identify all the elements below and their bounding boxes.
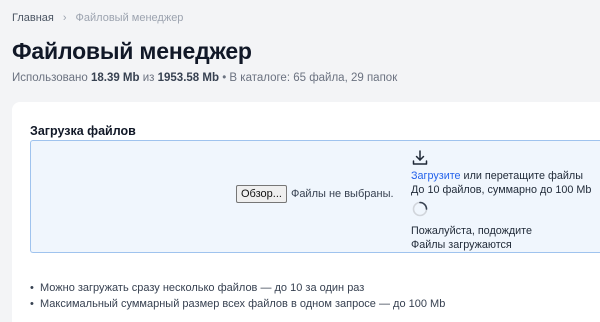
uploading-text: Файлы загружаются: [411, 239, 512, 251]
breadcrumb-home-link[interactable]: Главная: [12, 12, 54, 24]
usage-used: 18.39 Mb: [90, 72, 140, 84]
upload-prompt: Загрузите или перетащите файлы: [411, 169, 600, 183]
usage-middle: из: [139, 72, 158, 84]
upload-card: Загрузка файлов Обзор... Файлы не выбран…: [12, 102, 600, 322]
drag-text: или перетащите файлы: [460, 170, 583, 182]
upload-info: Загрузите или перетащите файлы До 10 фай…: [411, 149, 600, 252]
usage-catalog: • В каталоге: 65 файла, 29 папок: [219, 72, 398, 84]
storage-usage: Использовано 18.39 Mb из 1953.58 Mb • В …: [12, 72, 397, 84]
page-title: Файловый менеджер: [12, 38, 252, 64]
breadcrumb: Главная › Файловый менеджер: [12, 12, 183, 24]
loading-spinner-icon: [412, 201, 428, 217]
upload-link[interactable]: Загрузите: [411, 170, 461, 182]
no-files-text: Файлы не выбраны.: [290, 188, 394, 200]
upload-limit-text: До 10 файлов, суммарно до 100 Mb: [411, 184, 592, 196]
file-dropzone[interactable]: Обзор... Файлы не выбраны. Загрузите или…: [30, 140, 600, 253]
breadcrumb-current: Файловый менеджер: [75, 12, 184, 24]
wait-text: Пожалуйста, подождите: [411, 225, 533, 237]
usage-prefix: Использовано: [12, 72, 91, 84]
list-item: Можно загружать сразу несколько файлов —…: [30, 280, 445, 296]
list-item: Максимальный суммарный размер всех файло…: [30, 296, 445, 312]
upload-rules-list: Можно загружать сразу несколько файлов —…: [30, 280, 445, 312]
chevron-right-icon: ›: [62, 12, 67, 24]
file-input[interactable]: Обзор... Файлы не выбраны.: [236, 185, 394, 203]
upload-card-title: Загрузка файлов: [30, 124, 136, 138]
browse-button[interactable]: Обзор...: [236, 185, 287, 203]
usage-total: 1953.58 Mb: [157, 72, 219, 84]
download-arrow-icon: [412, 150, 428, 165]
